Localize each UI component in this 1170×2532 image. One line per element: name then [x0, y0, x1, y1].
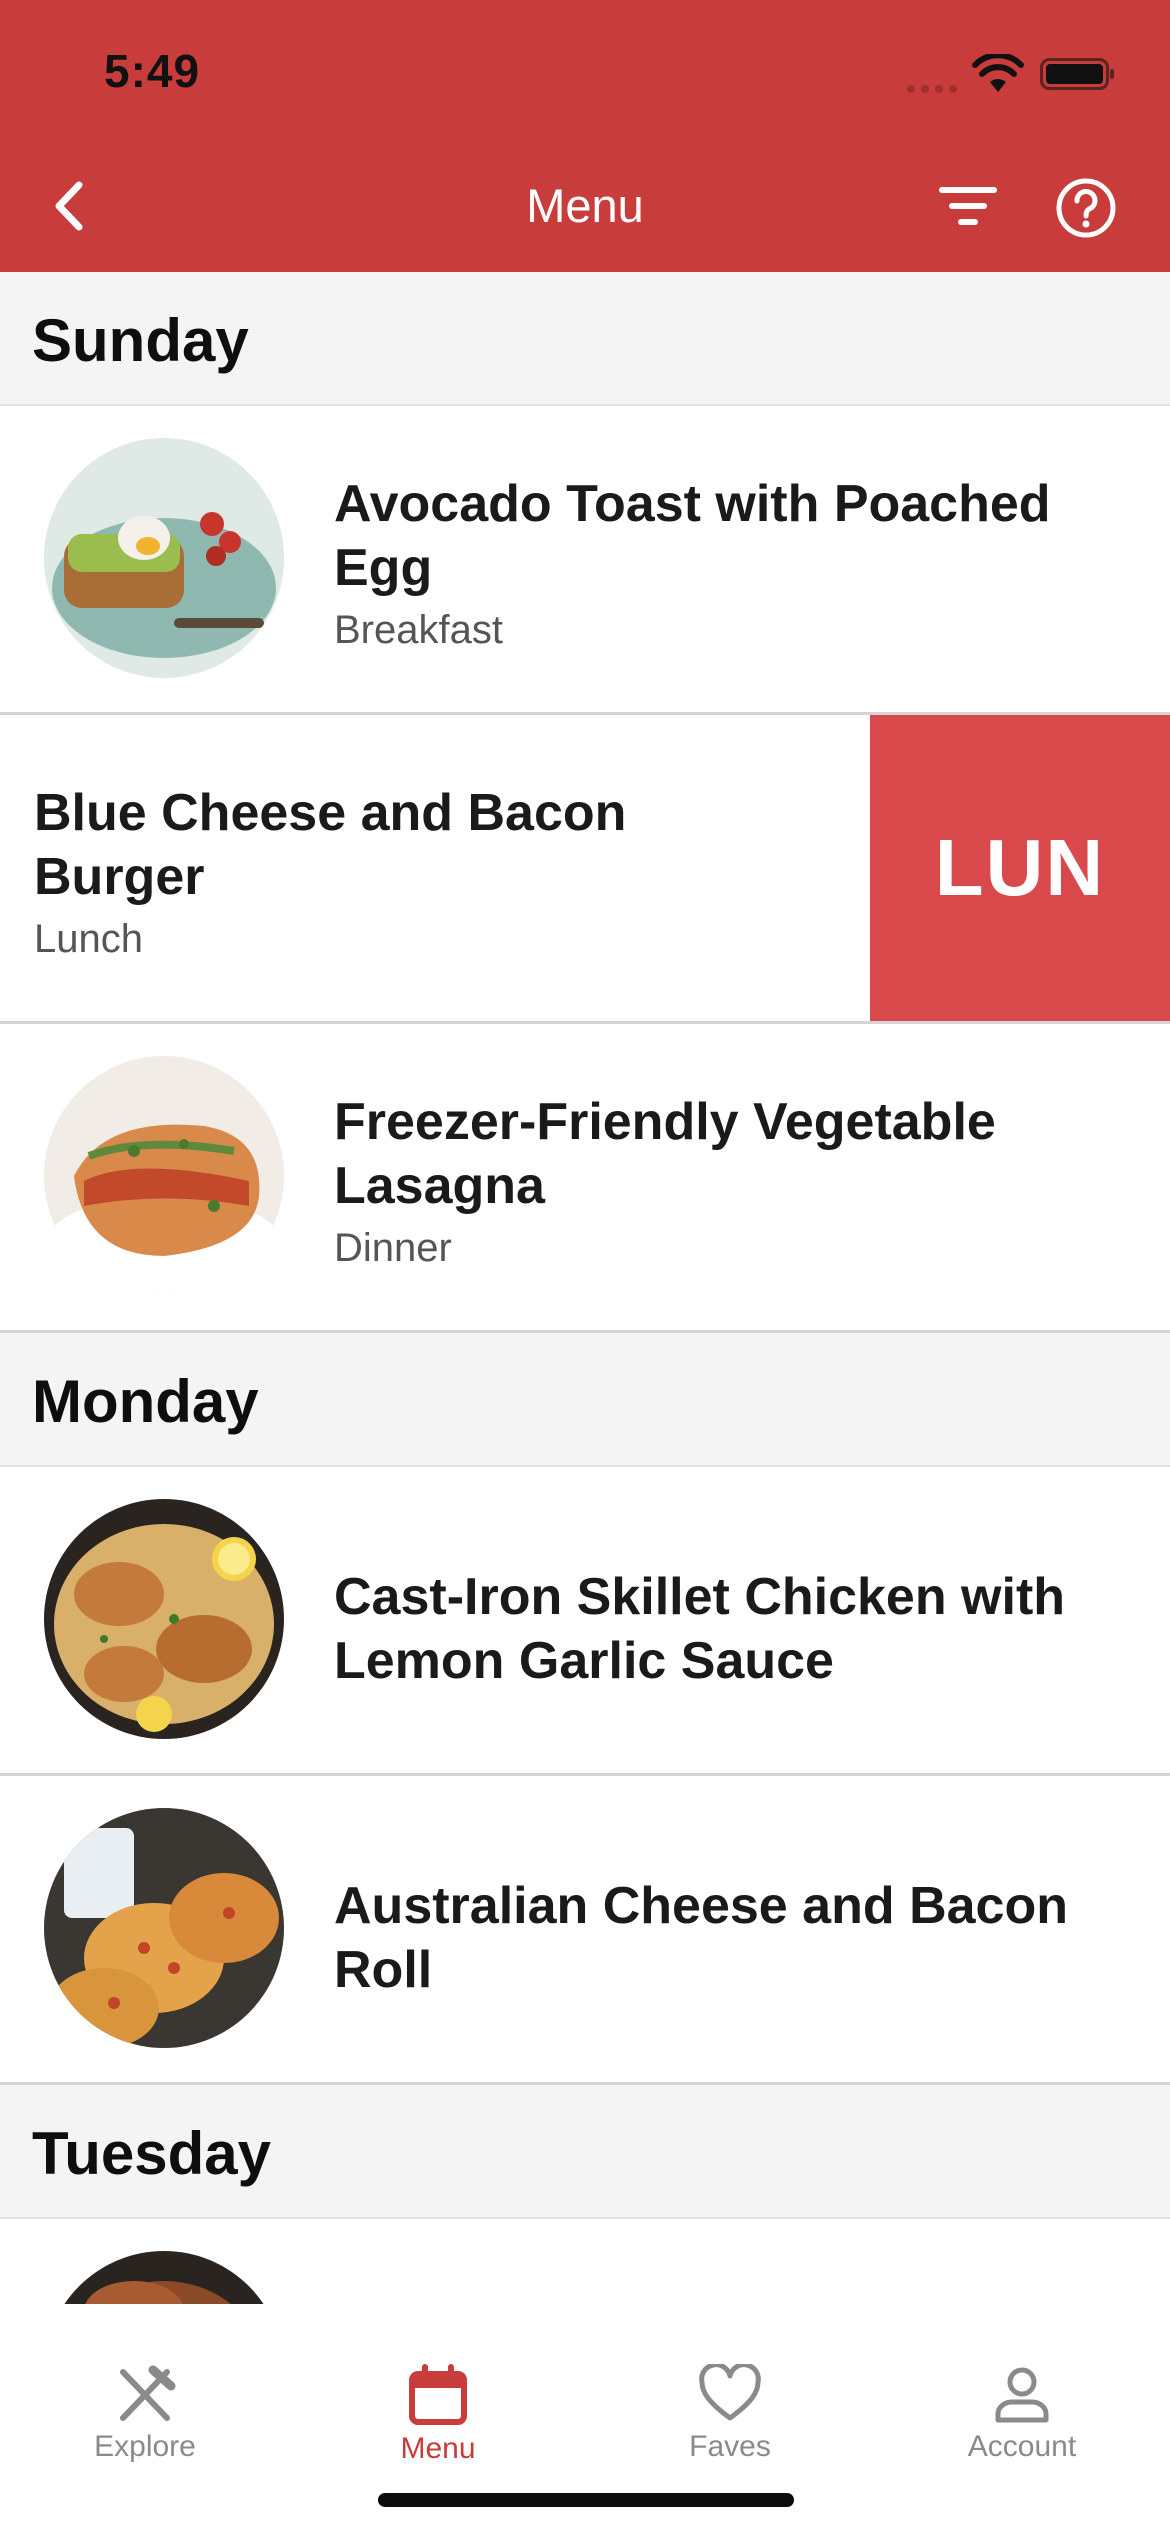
- heart-icon: [699, 2364, 761, 2421]
- tab-label: Faves: [689, 2430, 771, 2463]
- wifi-icon: [972, 54, 1024, 92]
- tab-account[interactable]: Account: [922, 2364, 1122, 2464]
- list-item[interactable]: Blue Cheese and Bacon Burger Lunch LUN: [0, 715, 1170, 1024]
- help-button[interactable]: [1054, 176, 1118, 240]
- fork-knife-icon: [120, 2365, 176, 2421]
- person-icon: [995, 2367, 1049, 2423]
- section-header-monday: Monday: [0, 1333, 1170, 1467]
- meal-type: Dinner: [334, 1226, 452, 1270]
- swipe-action-button[interactable]: LUN: [870, 715, 1170, 1021]
- meal-type: Lunch: [34, 917, 143, 961]
- tab-faves[interactable]: Faves: [630, 2364, 830, 2464]
- recipe-title: Australian Cheese and Bacon Roll: [334, 1877, 1068, 1999]
- header-bar: 5:49 Menu: [0, 0, 1170, 272]
- tab-label: Menu: [400, 2432, 476, 2465]
- tab-label: Explore: [94, 2430, 196, 2463]
- section-title: Monday: [32, 1368, 259, 1435]
- section-header-tuesday: Tuesday: [0, 2085, 1170, 2219]
- recipe-title: Blue Cheese and Bacon Burger: [34, 784, 627, 906]
- cellular-signal-icon: [907, 85, 957, 93]
- recipe-photo: [44, 438, 284, 678]
- section-title: Tuesday: [32, 2120, 271, 2187]
- menu-list[interactable]: Sunday Avocado Toast with Poached Egg Br…: [0, 272, 1170, 2304]
- recipe-photo: [44, 1499, 284, 1739]
- recipe-title: Avocado Toast with Poached Egg: [334, 475, 1051, 597]
- recipe-photo: [44, 1808, 284, 2048]
- list-item[interactable]: Avocado Toast with Poached Egg Breakfast: [0, 406, 1170, 715]
- status-time: 5:49: [104, 45, 201, 97]
- recipe-title: Cast-Iron Skillet Chicken with Lemon Gar…: [334, 1568, 1066, 1690]
- list-item[interactable]: Australian Cheese and Bacon Roll: [0, 1776, 1170, 2085]
- list-item[interactable]: Cast-Iron Skillet Chicken with Lemon Gar…: [0, 1467, 1170, 1776]
- calendar-icon: [409, 2364, 467, 2425]
- section-header-sunday: Sunday: [0, 272, 1170, 406]
- tab-explore[interactable]: Explore: [45, 2364, 245, 2464]
- filter-icon: [939, 187, 997, 225]
- filter-button[interactable]: [936, 180, 1000, 236]
- recipe-photo: [44, 2251, 284, 2304]
- recipe-photo: [44, 1056, 284, 1296]
- list-item[interactable]: [0, 2219, 1170, 2304]
- tab-menu[interactable]: Menu: [338, 2364, 538, 2466]
- help-circle-icon: [1056, 178, 1116, 238]
- list-item[interactable]: Freezer-Friendly Vegetable Lasagna Dinne…: [0, 1024, 1170, 1333]
- battery-icon: [1040, 58, 1114, 90]
- meal-type: Breakfast: [334, 608, 503, 652]
- section-title: Sunday: [32, 307, 249, 374]
- tab-label: Account: [967, 2430, 1077, 2463]
- home-indicator: [378, 2493, 794, 2507]
- recipe-title: Freezer-Friendly Vegetable Lasagna: [334, 1093, 996, 1215]
